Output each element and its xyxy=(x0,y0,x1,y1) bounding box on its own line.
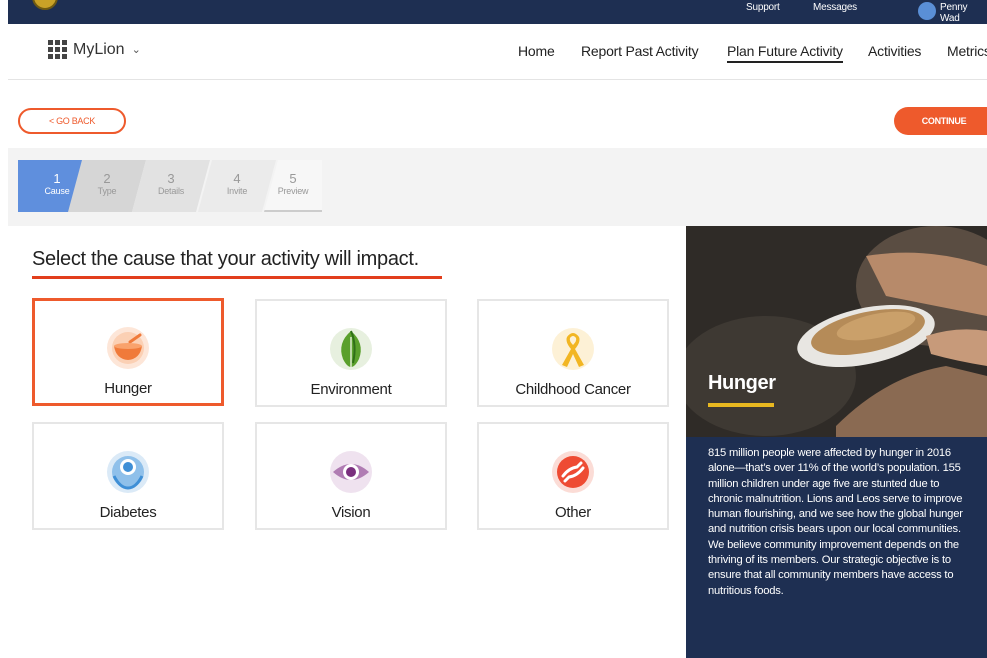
panel-description: 815 million people were affected by hung… xyxy=(708,447,963,597)
continue-button[interactable]: CONTINUE xyxy=(894,107,987,135)
cause-label: Diabetes xyxy=(99,504,157,521)
step-number: 4 xyxy=(233,171,241,186)
cause-label: Vision xyxy=(331,504,371,521)
step-invite[interactable]: 4 Invite xyxy=(198,160,276,212)
panel-title-accent xyxy=(708,403,774,407)
nav-plan-future-activity[interactable]: Plan Future Activity xyxy=(727,43,843,63)
nav-home[interactable]: Home xyxy=(518,43,555,59)
step-label: Type xyxy=(97,186,117,196)
main-nav: MyLion ⌄ Home Report Past Activity Plan … xyxy=(8,24,987,80)
cause-card-environment[interactable]: Environment xyxy=(255,299,447,407)
cause-label: Childhood Cancer xyxy=(515,381,631,398)
page-title: Select the cause that your activity will… xyxy=(32,248,419,270)
step-label: Invite xyxy=(226,186,248,196)
action-bar: < GO BACK CONTINUE xyxy=(8,94,987,148)
utility-bar: Support Messages Penny Wad xyxy=(8,0,987,24)
cause-label: Environment xyxy=(310,381,392,398)
title-underline xyxy=(32,276,442,279)
cause-info-panel: Hunger 815 million people were affected … xyxy=(686,226,987,658)
step-number: 5 xyxy=(289,171,297,186)
diabetes-drop-icon xyxy=(107,451,149,493)
user-avatar-icon[interactable] xyxy=(918,2,936,20)
step-label: Preview xyxy=(277,186,309,196)
step-label: Details xyxy=(157,186,185,196)
lions-logo-icon[interactable] xyxy=(32,0,58,10)
cause-card-vision[interactable]: Vision xyxy=(255,422,447,530)
cause-card-diabetes[interactable]: Diabetes xyxy=(32,422,224,530)
messages-link[interactable]: Messages xyxy=(813,2,857,13)
progress-stepper: 1 Cause 2 Type 3 Details 4 Invite 5 Prev… xyxy=(18,160,322,212)
cause-card-childhood-cancer[interactable]: Childhood Cancer xyxy=(477,299,669,407)
stepper-band: 1 Cause 2 Type 3 Details 4 Invite 5 Prev… xyxy=(8,148,987,226)
nav-activities[interactable]: Activities xyxy=(868,43,921,59)
user-name[interactable]: Penny Wad xyxy=(940,2,987,24)
step-number: 1 xyxy=(53,171,61,186)
cause-selection: Select the cause that your activity will… xyxy=(18,226,686,658)
helping-hands-icon xyxy=(552,451,594,493)
support-link[interactable]: Support xyxy=(746,2,780,13)
cause-label: Other xyxy=(554,504,591,521)
nav-report-past-activity[interactable]: Report Past Activity xyxy=(581,43,699,59)
cause-card-hunger[interactable]: Hunger xyxy=(32,298,224,406)
cause-label: Hunger xyxy=(104,380,152,397)
hunger-bowl-icon xyxy=(107,327,149,369)
cause-card-other[interactable]: Other xyxy=(477,422,669,530)
eye-icon xyxy=(330,451,372,493)
step-number: 2 xyxy=(103,171,111,186)
ribbon-icon xyxy=(552,328,594,370)
go-back-button[interactable]: < GO BACK xyxy=(18,108,126,134)
nav-metrics[interactable]: Metrics xyxy=(947,43,987,59)
leaf-icon xyxy=(330,328,372,370)
panel-title: Hunger xyxy=(708,372,776,394)
step-number: 3 xyxy=(167,171,175,186)
